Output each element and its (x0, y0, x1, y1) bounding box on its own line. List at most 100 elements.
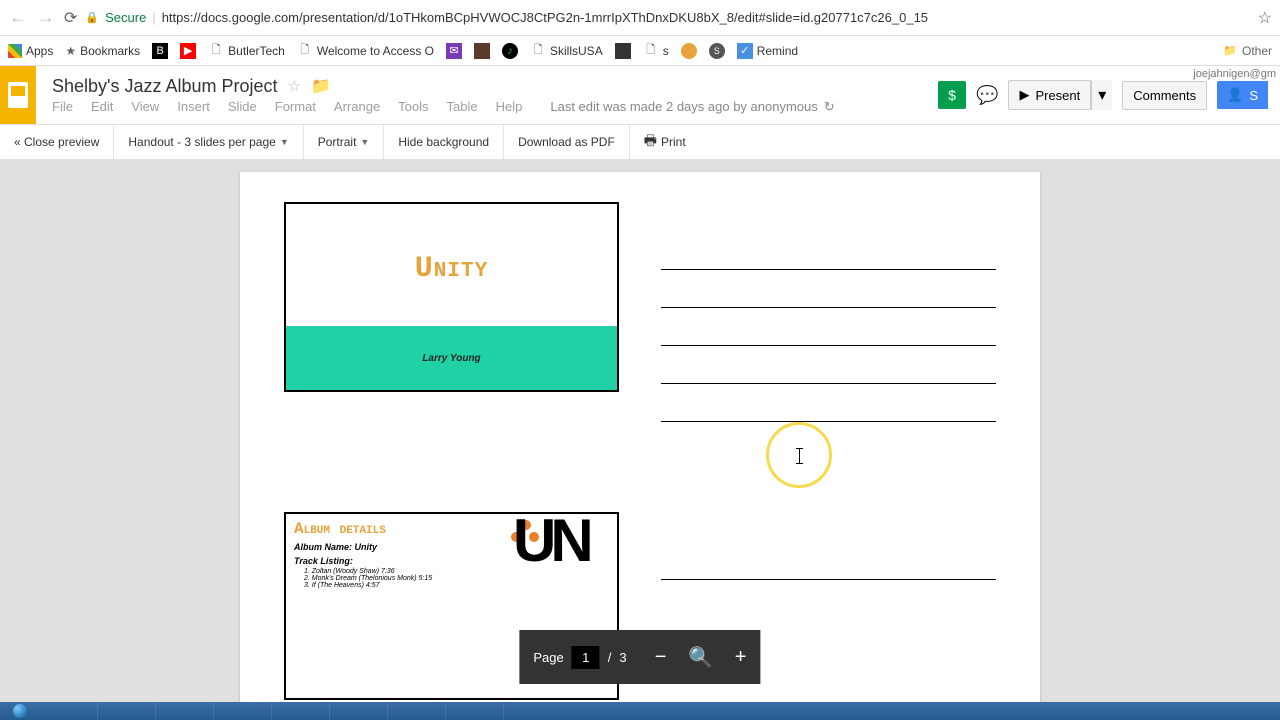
hide-background-button[interactable]: Hide background (384, 125, 503, 159)
folder-icon: 📁 (1222, 43, 1238, 59)
comment-icon[interactable]: 💬 (976, 85, 998, 106)
browser-nav-bar: ← → ⟳ 🔒 Secure | https://docs.google.com… (0, 0, 1280, 36)
bookmark-app4[interactable]: S (709, 43, 725, 59)
taskbar-app[interactable] (272, 702, 330, 720)
url-text: https://docs.google.com/presentation/d/1… (162, 10, 928, 25)
taskbar-app[interactable] (446, 702, 504, 720)
menu-slide[interactable]: Slide (228, 99, 257, 114)
taskbar-app[interactable] (40, 702, 98, 720)
bookmark-s[interactable]: 🗋s (643, 43, 669, 59)
other-bookmarks[interactable]: 📁Other (1222, 43, 1272, 59)
remind-icon: ✓ (737, 43, 753, 59)
chevron-down-icon: ▼ (360, 137, 369, 147)
taskbar-app[interactable] (388, 702, 446, 720)
bookmark-mail[interactable]: ✉ (446, 43, 462, 59)
close-preview-button[interactable]: « Close preview (0, 125, 113, 159)
address-bar[interactable]: 🔒 Secure | https://docs.google.com/prese… (85, 10, 1249, 25)
bookmark-app2[interactable] (615, 43, 631, 59)
slide1-title: Unity (286, 252, 617, 286)
notes-area-1 (661, 202, 996, 422)
bookmark-spotify[interactable]: ♪ (502, 43, 518, 59)
bookmark-remind[interactable]: ✓Remind (737, 43, 798, 59)
present-button[interactable]: ▶ Present (1008, 80, 1091, 110)
star-document-icon[interactable]: ☆ (288, 77, 301, 95)
bookmarks-folder[interactable]: ★Bookmarks (65, 44, 140, 58)
menu-help[interactable]: Help (496, 99, 523, 114)
bookmark-butlertech-site[interactable]: 🗋ButlerTech (208, 43, 285, 59)
handout-dropdown[interactable]: Handout - 3 slides per page▼ (114, 125, 302, 159)
addon-badge[interactable]: $ (938, 81, 966, 109)
site-icon: S (709, 43, 725, 59)
menu-insert[interactable]: Insert (177, 99, 210, 114)
zoom-fit-button[interactable]: 🔍 (681, 630, 721, 684)
start-button[interactable] (0, 702, 40, 720)
document-title[interactable]: Shelby's Jazz Album Project (52, 76, 278, 97)
forward-button[interactable]: → (36, 7, 56, 28)
bookmark-skillsusa[interactable]: 🗋SkillsUSA (530, 43, 603, 59)
bookmark-youtube[interactable]: ▶ (180, 43, 196, 59)
zoom-in-button[interactable]: + (721, 630, 761, 684)
print-button[interactable]: 🖶Print (630, 125, 700, 159)
page-icon: 🗋 (297, 43, 313, 59)
slides-logo[interactable] (0, 66, 36, 124)
taskbar-app[interactable] (214, 702, 272, 720)
bookmark-app3[interactable] (681, 43, 697, 59)
preview-canvas[interactable]: Unity Larry Young Album details Album Na… (0, 160, 1280, 702)
taskbar-app[interactable] (330, 702, 388, 720)
windows-taskbar (0, 702, 1280, 720)
apps-button[interactable]: Apps (8, 44, 53, 58)
bookmark-app1[interactable] (474, 43, 490, 59)
handout-page: Unity Larry Young Album details Album Na… (240, 172, 1040, 702)
site-icon (474, 43, 490, 59)
menu-edit[interactable]: Edit (91, 99, 113, 114)
menu-format[interactable]: Format (275, 99, 316, 114)
taskbar-app[interactable] (98, 702, 156, 720)
download-pdf-button[interactable]: Download as PDF (504, 125, 629, 159)
history-icon: ↻ (824, 99, 835, 115)
docs-header: Shelby's Jazz Album Project ☆ 📁 File Edi… (0, 66, 1280, 124)
page-label: Page (533, 650, 563, 665)
move-folder-icon[interactable]: 📁 (311, 76, 331, 96)
taskbar-app[interactable] (156, 702, 214, 720)
share-button[interactable]: 👤 S (1217, 81, 1268, 109)
slide1-subtitle: Larry Young (422, 353, 480, 364)
print-icon: 🖶 (644, 130, 657, 154)
menu-tools[interactable]: Tools (398, 99, 428, 114)
bookmark-welcome[interactable]: 🗋Welcome to Access O (297, 43, 434, 59)
chevron-down-icon: ▼ (280, 137, 289, 147)
bookmark-butlertech[interactable]: B (152, 43, 168, 59)
menu-file[interactable]: File (52, 99, 73, 114)
page-icon: 🗋 (643, 43, 659, 59)
menu-arrange[interactable]: Arrange (334, 99, 380, 114)
reload-button[interactable]: ⟳ (64, 8, 77, 28)
orientation-dropdown[interactable]: Portrait▼ (304, 125, 384, 159)
print-preview-toolbar: « Close preview Handout - 3 slides per p… (0, 124, 1280, 160)
menu-bar: File Edit View Insert Slide Format Arran… (52, 99, 938, 115)
bookmarks-bar: Apps ★Bookmarks B ▶ 🗋ButlerTech 🗋Welcome… (0, 36, 1280, 66)
comments-button[interactable]: Comments (1122, 81, 1207, 110)
lock-icon: 🔒 (85, 11, 99, 24)
page-control-bar: Page / 3 − 🔍 + (519, 630, 760, 684)
zoom-out-button[interactable]: − (641, 630, 681, 684)
slide-thumbnail-1: Unity Larry Young (284, 202, 619, 392)
page-icon: 🗋 (530, 43, 546, 59)
present-dropdown[interactable]: ▾ (1091, 80, 1112, 110)
spotify-icon: ♪ (502, 43, 518, 59)
person-icon: 👤 (1227, 87, 1243, 103)
site-icon (681, 43, 697, 59)
bookmark-star-icon[interactable]: ☆ (1258, 8, 1272, 28)
last-edit-info[interactable]: Last edit was made 2 days ago by anonymo… (550, 99, 834, 115)
apps-grid-icon (8, 44, 22, 58)
page-number-input[interactable] (572, 646, 600, 669)
secure-label: Secure (105, 10, 146, 25)
play-icon: ▶ (1019, 87, 1029, 103)
menu-table[interactable]: Table (447, 99, 478, 114)
site-icon (615, 43, 631, 59)
menu-view[interactable]: View (131, 99, 159, 114)
site-icon: B (152, 43, 168, 59)
youtube-icon: ▶ (180, 43, 196, 59)
user-email: joejahnigen@gm (1193, 68, 1276, 80)
mail-icon: ✉ (446, 43, 462, 59)
text-cursor (799, 448, 800, 464)
back-button[interactable]: ← (8, 7, 28, 28)
